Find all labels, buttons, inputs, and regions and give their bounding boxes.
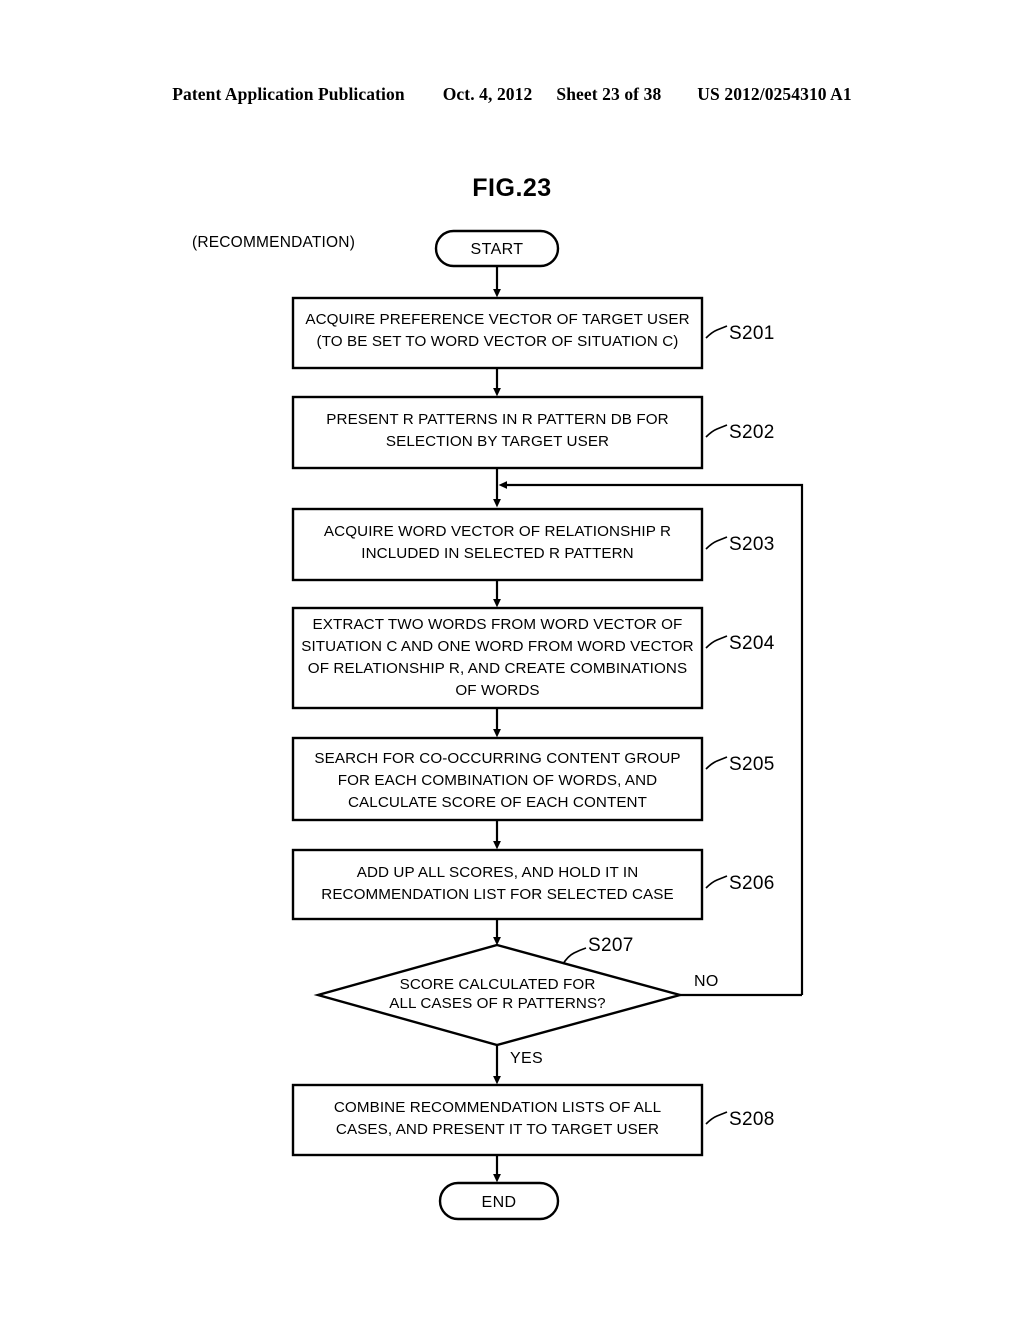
s201-line-1: ACQUIRE PREFERENCE VECTOR OF TARGET USER xyxy=(305,311,689,328)
decision-diamond-s207: SCORE CALCULATED FOR ALL CASES OF R PATT… xyxy=(313,943,685,1047)
s202-step-label: S202 xyxy=(729,422,775,443)
no-branch-label: NO xyxy=(694,973,719,990)
s207-line-1: SCORE CALCULATED FOR xyxy=(400,976,596,993)
s207-line-2: ALL CASES OF R PATTERNS? xyxy=(389,995,605,1012)
s208-shape xyxy=(291,1083,704,1157)
s207-step-label: S207 xyxy=(588,935,634,956)
s204-step-label: S204 xyxy=(729,633,775,654)
end-label: END xyxy=(482,1194,517,1211)
s205-line-1: SEARCH FOR CO-OCCURRING CONTENT GROUP xyxy=(314,750,680,767)
s202-line-1: PRESENT R PATTERNS IN R PATTERN DB FOR xyxy=(326,411,668,428)
s204-line-2: SITUATION C AND ONE WORD FROM WORD VECTO… xyxy=(301,638,694,655)
process-box-s204: EXTRACT TWO WORDS FROM WORD VECTOR OF SI… xyxy=(291,606,704,710)
s208-step-label: S208 xyxy=(729,1109,775,1130)
s203-step-connector xyxy=(705,536,728,550)
s204-step-connector xyxy=(705,635,728,649)
s206-line-2: RECOMMENDATION LIST FOR SELECTED CASE xyxy=(321,886,674,903)
flowchart-diagram: START ACQUIRE PREFERENCE VECTOR OF TARGE… xyxy=(291,229,804,1221)
s206-line-1: ADD UP ALL SCORES, AND HOLD IT IN xyxy=(357,864,639,881)
s206-step-label: S206 xyxy=(729,873,775,894)
start-label: START xyxy=(471,241,524,258)
s205-step-label: S205 xyxy=(729,754,775,775)
s204-line-3: OF RELATIONSHIP R, AND CREATE COMBINATIO… xyxy=(308,660,687,677)
s201-step-label: S201 xyxy=(729,323,775,344)
s208-step-connector xyxy=(705,1111,728,1125)
s204-line-4: OF WORDS xyxy=(455,682,539,699)
s201-line-2: (TO BE SET TO WORD VECTOR OF SITUATION C… xyxy=(317,333,679,350)
end-terminator: END xyxy=(438,1181,560,1221)
s206-shape xyxy=(291,848,704,921)
start-terminator: START xyxy=(434,229,560,268)
s208-line-1: COMBINE RECOMMENDATION LISTS OF ALL xyxy=(334,1099,661,1116)
s208-line-2: CASES, AND PRESENT IT TO TARGET USER xyxy=(336,1121,659,1138)
s205-step-connector xyxy=(705,756,728,770)
yes-branch-label: YES xyxy=(510,1050,543,1067)
s203-line-2: INCLUDED IN SELECTED R PATTERN xyxy=(361,545,633,562)
s202-step-connector xyxy=(705,424,728,438)
s201-step-connector xyxy=(705,325,728,339)
s205-line-2: FOR EACH COMBINATION OF WORDS, AND xyxy=(338,772,658,789)
process-box-s201: ACQUIRE PREFERENCE VECTOR OF TARGET USER… xyxy=(291,296,704,370)
s203-line-1: ACQUIRE WORD VECTOR OF RELATIONSHIP R xyxy=(324,523,671,540)
process-box-s202: PRESENT R PATTERNS IN R PATTERN DB FOR S… xyxy=(291,395,704,470)
s207-step-connector xyxy=(562,947,587,965)
s202-line-2: SELECTION BY TARGET USER xyxy=(386,433,609,450)
process-box-s206: ADD UP ALL SCORES, AND HOLD IT IN RECOMM… xyxy=(291,848,704,921)
process-box-s208: COMBINE RECOMMENDATION LISTS OF ALL CASE… xyxy=(291,1083,704,1157)
s204-line-1: EXTRACT TWO WORDS FROM WORD VECTOR OF xyxy=(313,616,683,633)
s206-step-connector xyxy=(705,875,728,889)
s203-step-label: S203 xyxy=(729,534,775,555)
process-box-s205: SEARCH FOR CO-OCCURRING CONTENT GROUP FO… xyxy=(291,736,704,822)
s205-line-3: CALCULATE SCORE OF EACH CONTENT xyxy=(348,794,647,811)
process-box-s203: ACQUIRE WORD VECTOR OF RELATIONSHIP R IN… xyxy=(291,507,704,582)
